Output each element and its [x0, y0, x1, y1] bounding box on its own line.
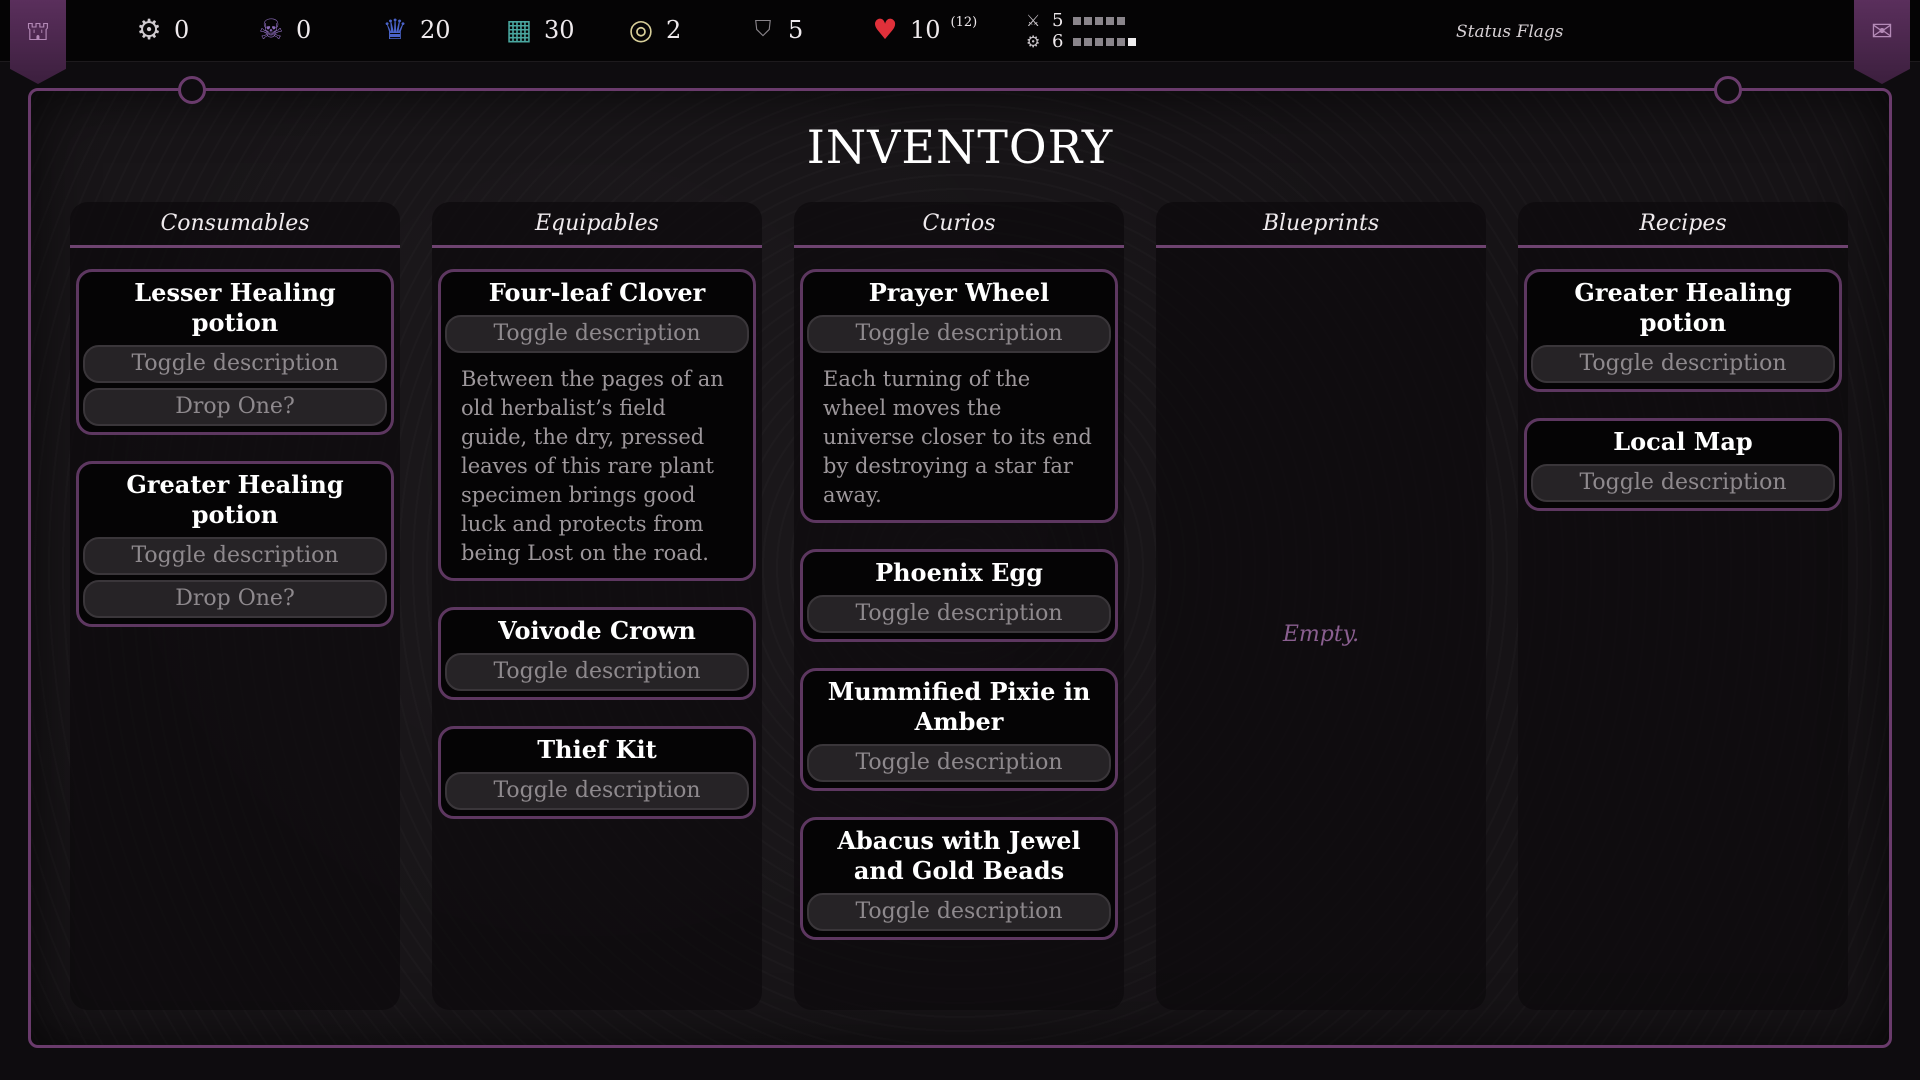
inventory-item: Greater Healing potion Toggle descriptio…: [1524, 269, 1842, 392]
coin-icon: ◎: [628, 13, 654, 46]
column-header: Recipes: [1518, 202, 1848, 248]
page-title: INVENTORY: [806, 120, 1114, 174]
item-name: Four-leaf Clover: [488, 278, 706, 307]
pip-active: [1128, 37, 1137, 46]
inventory-item: Four-leaf Clover Toggle description Betw…: [438, 269, 756, 581]
trophy-icon: ♛: [382, 13, 408, 46]
crossed-swords-icon: ⚔: [1026, 11, 1041, 30]
toggle-description-button[interactable]: Toggle description: [445, 653, 749, 691]
stat-health: ♥ 10 (12): [868, 10, 977, 50]
stat-gears: ⚙ 0: [132, 10, 189, 50]
stat-value: 5: [788, 16, 804, 44]
column-blueprints: Blueprints Empty.: [1156, 202, 1486, 1010]
item-description: Between the pages of an old herbalist’s …: [461, 367, 724, 565]
column-header: Consumables: [70, 202, 400, 248]
inventory-item: Prayer Wheel Toggle description Each tur…: [800, 269, 1118, 523]
inventory-item: Abacus with Jewel and Gold Beads Toggle …: [800, 817, 1118, 940]
toggle-description-button[interactable]: Toggle description: [1531, 345, 1835, 383]
empty-label: Empty.: [1282, 622, 1360, 647]
item-name: Mummified Pixie in Amber: [827, 677, 1091, 736]
pip: [1073, 16, 1082, 25]
drop-one-button[interactable]: Drop One?: [83, 388, 387, 426]
party-status: ⚔ 5 ⚙ 6: [1026, 10, 1137, 52]
item-name: Local Map: [1613, 427, 1753, 456]
column-header: Equipables: [432, 202, 762, 248]
party-pips: [1073, 37, 1137, 46]
frame-ornament-icon: [1714, 76, 1742, 104]
toggle-description-button[interactable]: Toggle description: [83, 537, 387, 575]
stat-value: 30: [544, 16, 575, 44]
toggle-description-button[interactable]: Toggle description: [445, 772, 749, 810]
bicycle-icon: ⚙: [1026, 32, 1041, 51]
party-row-fighters: ⚔ 5: [1026, 10, 1136, 31]
stat-max: ⛉ 5: [746, 10, 804, 50]
item-name: Abacus with Jewel and Gold Beads: [837, 826, 1081, 885]
item-name: Lesser Healing potion: [134, 278, 336, 337]
party-value: 6: [1052, 31, 1064, 52]
stat-value: 2: [666, 16, 682, 44]
inventory-item: Phoenix Egg Toggle description: [800, 549, 1118, 642]
map-tab[interactable]: ⛫: [10, 0, 66, 84]
party-value: 5: [1052, 10, 1064, 31]
inventory-item: Greater Healing potion Toggle descriptio…: [76, 461, 394, 627]
toggle-description-button[interactable]: Toggle description: [807, 744, 1111, 782]
pip: [1106, 16, 1115, 25]
skull-gear-icon: ☠: [258, 13, 284, 46]
party-pips: [1073, 16, 1126, 25]
pip: [1117, 37, 1126, 46]
pip: [1095, 16, 1104, 25]
inventory-item: Thief Kit Toggle description: [438, 726, 756, 819]
inventory-item: Voivode Crown Toggle description: [438, 607, 756, 700]
drop-one-button[interactable]: Drop One?: [83, 580, 387, 618]
castle-map-icon: ⛫: [26, 17, 50, 47]
stat-value: 0: [296, 16, 312, 44]
heart-icon: ♥: [872, 13, 898, 46]
stat-map-pieces: ▦ 30: [502, 10, 575, 50]
item-name: Phoenix Egg: [875, 558, 1043, 587]
stat-max-health: (12): [950, 14, 978, 30]
stat-trophy: ♛ 20: [378, 10, 451, 50]
column-recipes: Recipes Greater Healing potion Toggle de…: [1518, 202, 1848, 1010]
max-shield-icon: ⛉: [754, 17, 772, 42]
column-curios: Curios Prayer Wheel Toggle description E…: [794, 202, 1124, 1010]
column-consumables: Consumables Lesser Healing potion Toggle…: [70, 202, 400, 1010]
stat-value: 10: [910, 16, 941, 44]
toggle-description-button[interactable]: Toggle description: [807, 893, 1111, 931]
item-name: Thief Kit: [537, 735, 657, 764]
column-header: Blueprints: [1156, 202, 1486, 248]
toggle-description-button[interactable]: Toggle description: [807, 595, 1111, 633]
inventory-item: Mummified Pixie in Amber Toggle descript…: [800, 668, 1118, 791]
toggle-description-button[interactable]: Toggle description: [807, 315, 1111, 353]
toggle-description-button[interactable]: Toggle description: [445, 315, 749, 353]
pip: [1073, 37, 1082, 46]
status-flags-link[interactable]: Status Flags: [1456, 22, 1564, 42]
item-name: Greater Healing potion: [126, 470, 344, 529]
inventory-item: Lesser Healing potion Toggle description…: [76, 269, 394, 435]
column-equipables: Equipables Four-leaf Clover Toggle descr…: [432, 202, 762, 1010]
toggle-description-button[interactable]: Toggle description: [1531, 464, 1835, 502]
stat-value: 20: [420, 16, 451, 44]
item-name: Greater Healing potion: [1574, 278, 1792, 337]
item-description: Each turning of the wheel moves the univ…: [823, 367, 1092, 507]
party-row-riders: ⚙ 6: [1026, 31, 1137, 52]
item-name: Voivode Crown: [498, 616, 696, 645]
inventory-item: Local Map Toggle description: [1524, 418, 1842, 511]
pip: [1084, 37, 1093, 46]
stat-skull: ☠ 0: [254, 10, 311, 50]
column-header: Curios: [794, 202, 1124, 248]
puzzle-map-icon: ▦: [505, 13, 533, 46]
journal-tab[interactable]: ✉: [1854, 0, 1910, 84]
stat-value: 0: [174, 16, 190, 44]
gear-icon: ⚙: [136, 13, 162, 46]
pip: [1095, 37, 1104, 46]
item-name: Prayer Wheel: [868, 278, 1050, 307]
toggle-description-button[interactable]: Toggle description: [83, 345, 387, 383]
frame-ornament-icon: [178, 76, 206, 104]
top-status-bar: ⛫ ⚙ 0 ☠ 0 ♛ 20 ▦ 30 ◎ 2 ⛉ 5 ♥ 10 (12) ⚔ 5: [0, 0, 1920, 84]
scroll-icon: ✉: [1871, 17, 1893, 47]
pip: [1117, 16, 1126, 25]
stat-coins: ◎ 2: [624, 10, 682, 50]
pip: [1106, 37, 1115, 46]
pip: [1084, 16, 1093, 25]
